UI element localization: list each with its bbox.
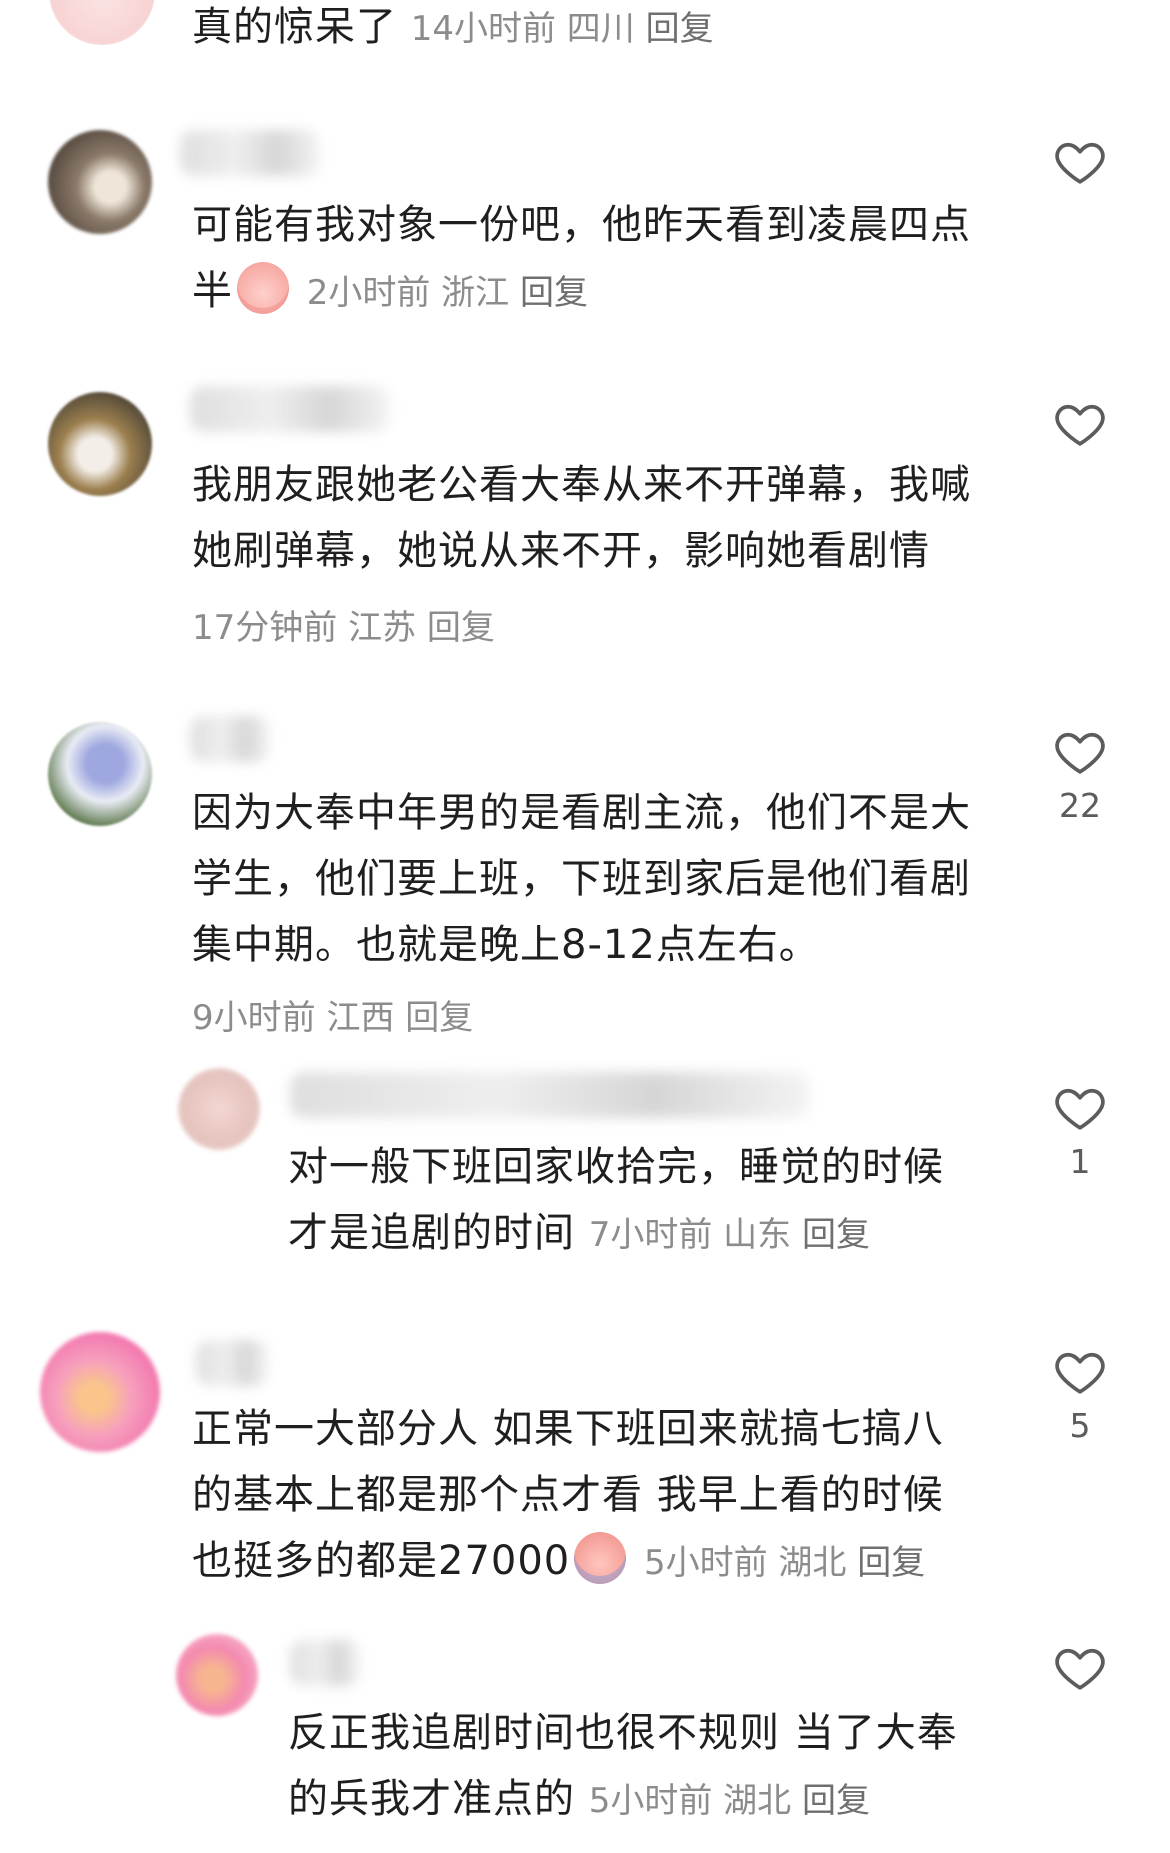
comment-text: 我朋友跟她老公看大奉从来不开弹幕，我喊 她刷弹幕，她说从来不开，影响她看剧情 [192, 462, 971, 574]
comment-time: 2小时前 [306, 273, 431, 313]
like-count: 5 [1069, 1406, 1091, 1445]
avatar[interactable] [48, 722, 152, 826]
comment-location: 江苏 [348, 608, 417, 648]
avatar[interactable] [48, 392, 152, 496]
reply-button[interactable]: 回复 [802, 1781, 870, 1821]
heart-outline-icon [1055, 142, 1105, 184]
heart-outline-icon [1055, 1352, 1105, 1394]
comment-location: 四川 [566, 9, 635, 49]
comment-time: 17分钟前 [192, 608, 338, 648]
like-button[interactable]: 1 [1050, 1080, 1110, 1180]
comment-text: 正常一大部分人 如果下班回来就搞七搞八 的基本上都是那个点才看 我早上看的时候 也挺… [192, 1406, 944, 1584]
comment-location: 浙江 [441, 273, 510, 313]
comment-meta: 17分钟前 江苏 回复 [192, 600, 495, 649]
reply-button[interactable]: 回复 [802, 1215, 870, 1255]
heart-outline-icon [1055, 404, 1105, 446]
comment-text: 反正我追剧时间也很不规则 当了大奉 的兵我才准点的 5小时前 湖北 回复 [288, 1710, 958, 1822]
comment-meta: 2小时前 浙江 回复 [307, 273, 588, 313]
nickname-blurred [190, 386, 390, 432]
like-button[interactable]: 5 [1050, 1344, 1110, 1444]
comment-meta: 5小时前 湖北 回复 [589, 1781, 870, 1821]
comment-meta: 14小时前 四川 回复 [411, 9, 714, 49]
comment-meta: 5小时前 湖北 回复 [644, 1543, 925, 1583]
reply-button[interactable]: 回复 [646, 9, 714, 49]
avatar[interactable] [50, 0, 154, 44]
nickname-blurred [180, 130, 320, 176]
heart-outline-icon [1055, 732, 1105, 774]
comment-text: 可能有我对象一份吧，他昨天看到凌晨四点半 2小时前 浙江 回复 [192, 202, 971, 314]
comment-time: 7小时前 [588, 1215, 713, 1255]
like-button[interactable] [1050, 396, 1110, 452]
like-count: 22 [1059, 786, 1101, 825]
comment-location: 山东 [723, 1215, 792, 1255]
comment-meta: 7小时前 山东 回复 [589, 1215, 870, 1255]
like-button[interactable] [1050, 134, 1110, 190]
like-count: 1 [1069, 1142, 1091, 1181]
nickname-blurred [290, 1072, 810, 1118]
comment-meta: 9小时前 江西 回复 [192, 990, 473, 1039]
comment-time: 5小时前 [643, 1543, 768, 1583]
heart-outline-icon [1055, 1648, 1105, 1690]
comment-location: 江西 [326, 998, 395, 1038]
comment-text: 真的惊呆了 14小时前 四川 回复 [192, 4, 714, 50]
avatar[interactable] [176, 1634, 258, 1716]
comment-location: 湖北 [723, 1781, 792, 1821]
nickname-blurred [190, 716, 270, 762]
avatar[interactable] [48, 130, 152, 234]
nickname-blurred [196, 1340, 268, 1386]
avatar[interactable] [178, 1068, 260, 1150]
comment-time: 9小时前 [192, 998, 316, 1038]
reply-button[interactable]: 回复 [857, 1543, 925, 1583]
comment-text: 对一般下班回家收拾完，睡觉的时候 才是追剧的时间 7小时前 山东 回复 [288, 1144, 944, 1256]
nickname-blurred [290, 1640, 360, 1686]
comment-time: 5小时前 [588, 1781, 713, 1821]
crying-peach-emoji [574, 1532, 627, 1584]
heart-outline-icon [1055, 1088, 1105, 1130]
comment-location: 湖北 [778, 1543, 847, 1583]
like-button[interactable] [1050, 1640, 1110, 1696]
peach-face-emoji [237, 262, 289, 314]
reply-button[interactable]: 回复 [427, 608, 495, 648]
reply-button[interactable]: 回复 [520, 273, 588, 313]
reply-button[interactable]: 回复 [405, 998, 473, 1038]
avatar[interactable] [40, 1332, 160, 1452]
like-button[interactable]: 22 [1050, 724, 1110, 824]
comment-time: 14小时前 [410, 9, 556, 49]
comment-text: 因为大奉中年男的是看剧主流，他们不是大 学生，他们要上班，下班到家后是他们看剧 集中… [192, 790, 971, 968]
